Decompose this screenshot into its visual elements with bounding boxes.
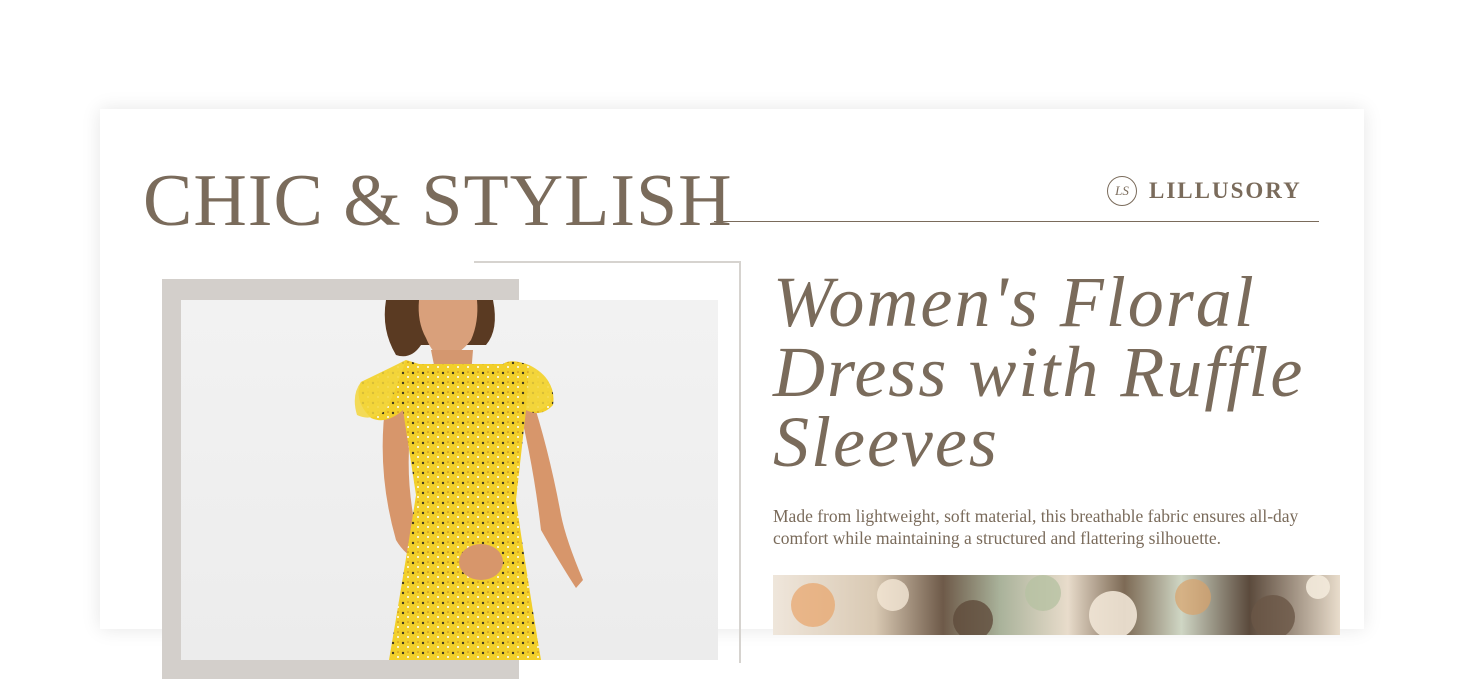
brand-monogram-icon: LS <box>1107 176 1137 206</box>
brand-name: LILLUSORY <box>1149 178 1302 203</box>
product-description: Made from lightweight, soft material, th… <box>773 506 1299 548</box>
floral-fabric-pattern-image <box>791 575 1330 635</box>
model-photo <box>181 300 718 660</box>
page-headline: CHIC & STYLISH <box>143 160 733 242</box>
product-banner-card: CHIC & STYLISH LS LILLUSORY Women's Flor… <box>100 109 1364 679</box>
product-title: Women's Floral Dress with Ruffle Sleeves <box>773 262 1305 482</box>
brand-logo: LS LILLUSORY <box>1107 173 1302 209</box>
model-in-yellow-dress-image <box>354 300 583 660</box>
headline-divider <box>714 221 1319 222</box>
fabric-detail-image <box>773 575 1340 635</box>
